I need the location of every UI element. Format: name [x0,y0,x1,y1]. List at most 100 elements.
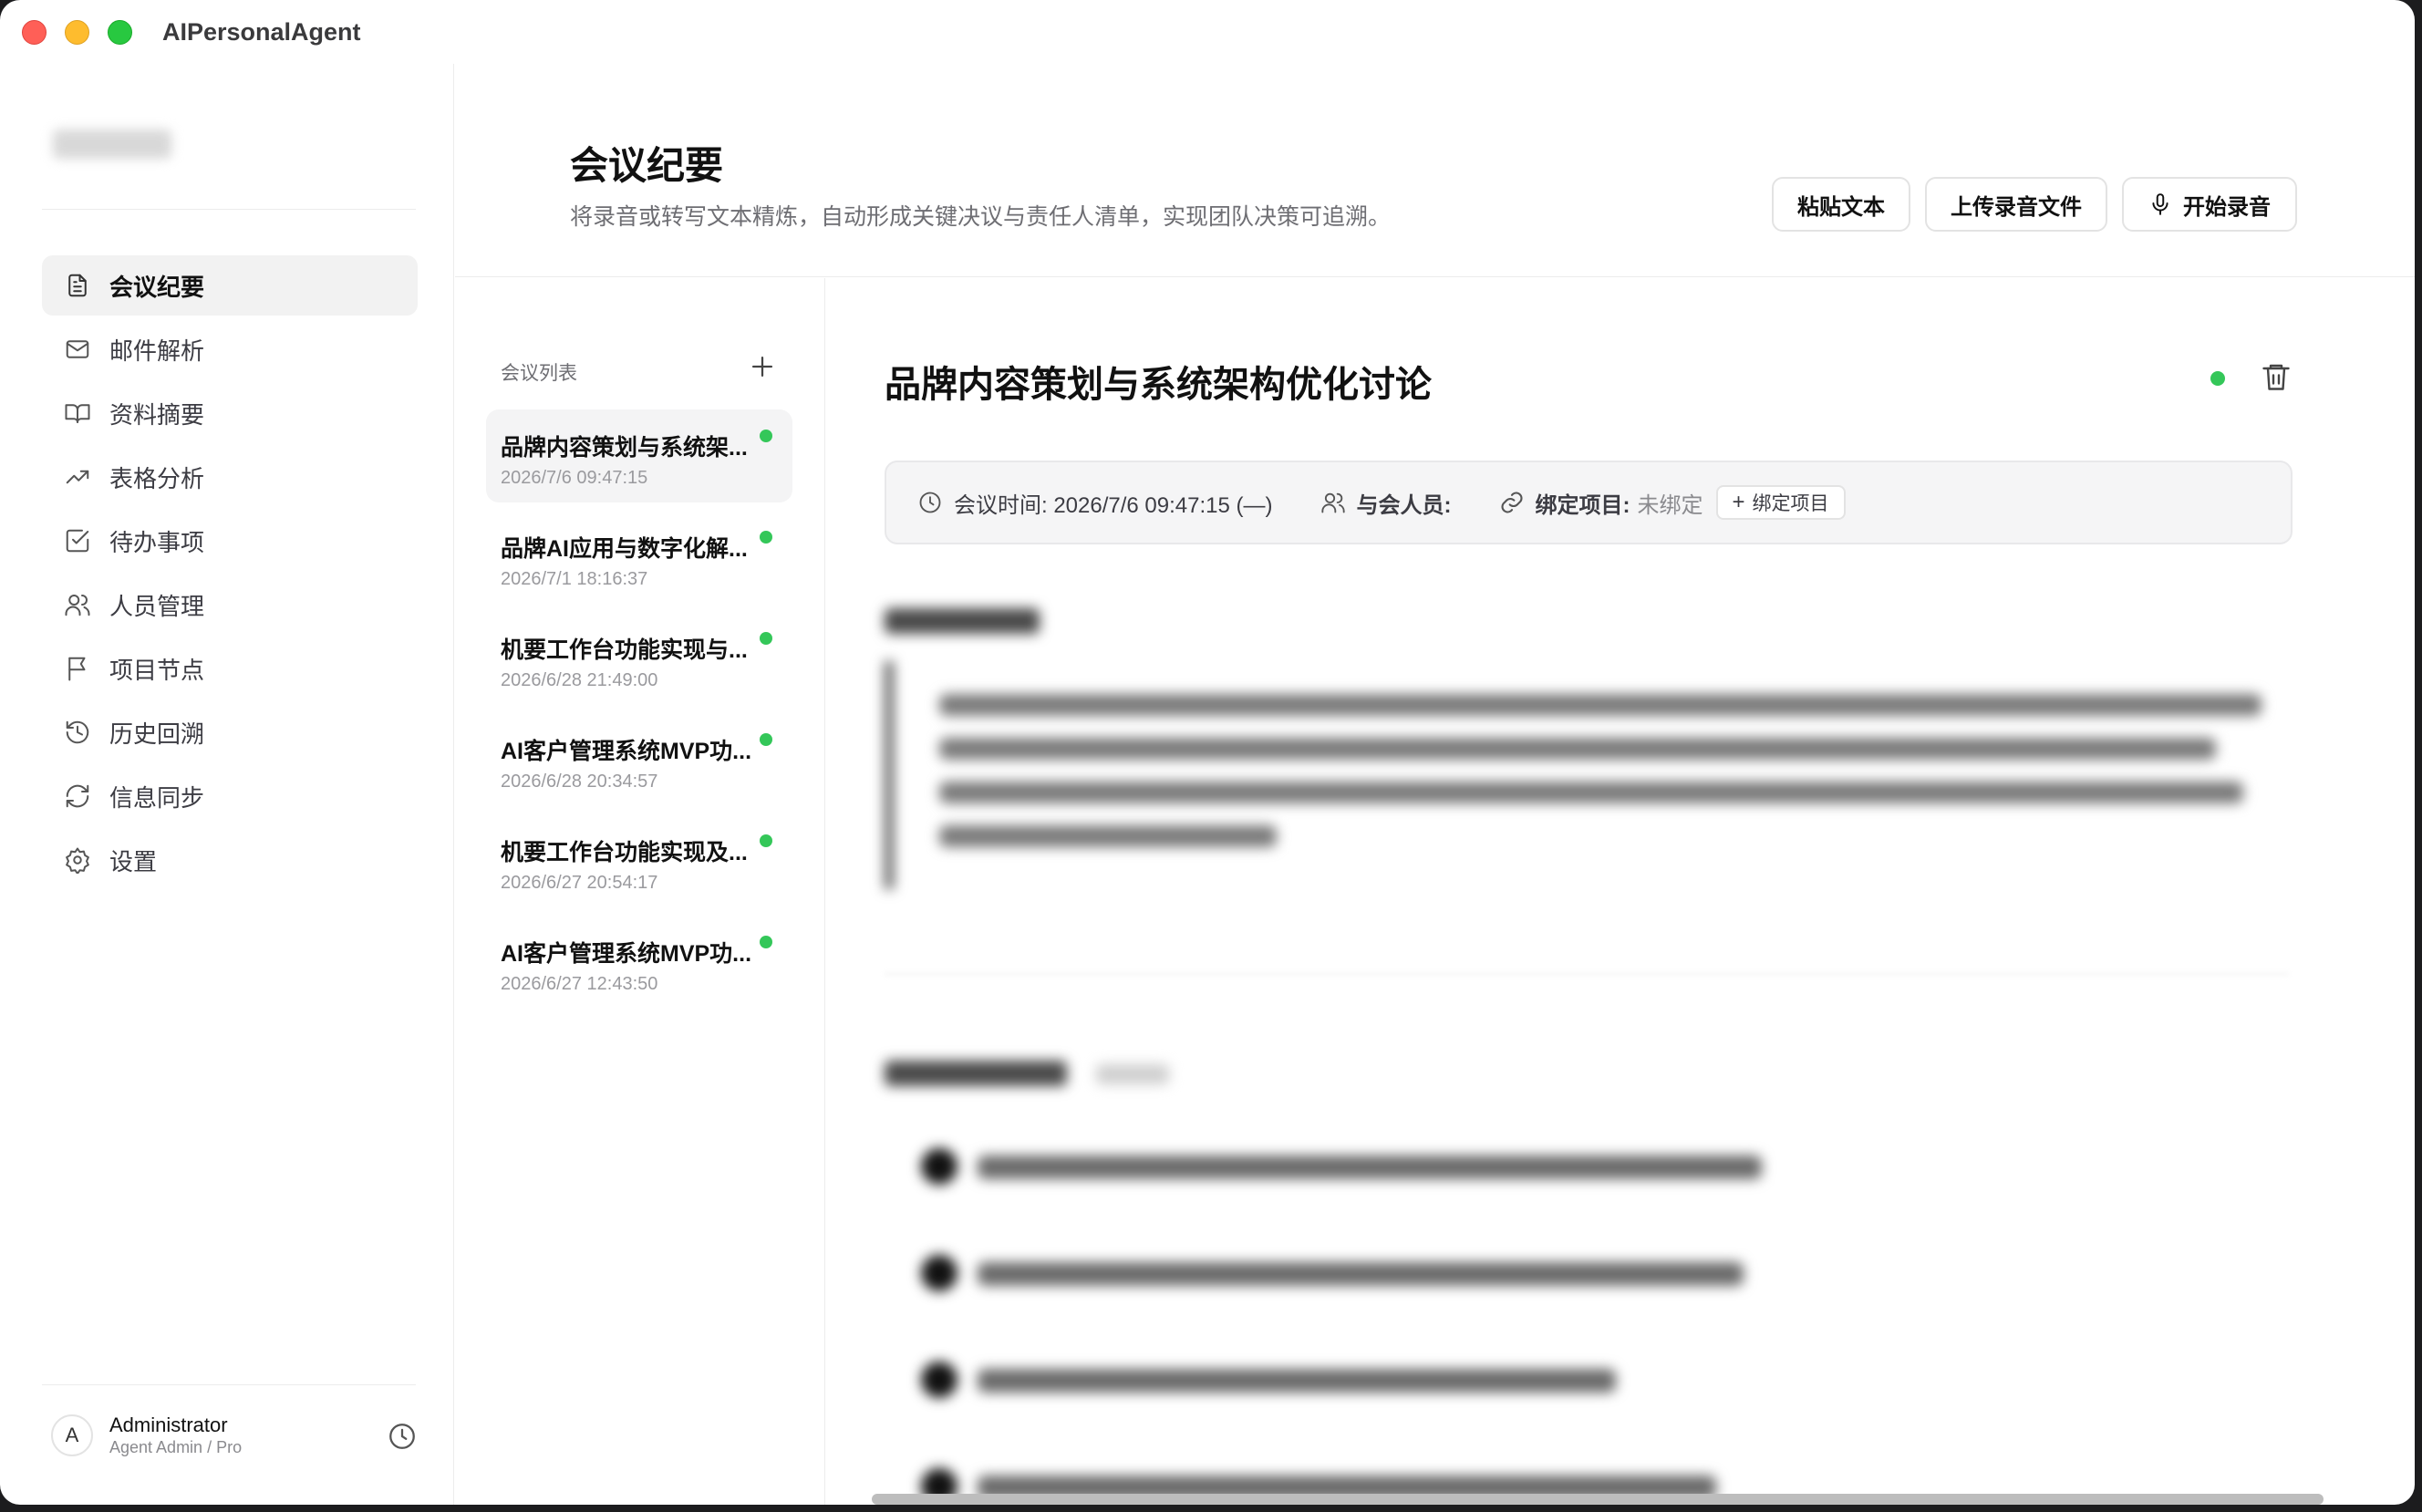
meeting-date: 2026/7/6 09:47:15 [501,468,648,488]
horizontal-scrollbar[interactable] [872,1494,2324,1505]
bind-project-label: 绑定项目 [1752,493,1829,514]
meeting-list-item[interactable]: 品牌内容策划与系统架... 2026/7/6 09:47:15 [486,409,792,502]
status-dot [2210,371,2225,386]
plus-icon: + [1732,490,1745,514]
sidebar-item-label: 会议纪要 [109,273,205,301]
sidebar-item-label: 表格分析 [109,464,205,492]
meeting-date: 2026/6/27 20:54:17 [501,873,658,893]
meeting-project: 绑定项目: 未绑定 + 绑定项目 [1499,485,1846,520]
sidebar-item-label: 历史回溯 [109,720,205,748]
clock-icon [919,492,941,513]
meeting-list-item[interactable]: 机要工作台功能实现与... 2026/6/28 21:49:00 [486,612,792,705]
attendees-label: 与会人员: [1356,492,1452,518]
status-dot [760,632,772,645]
brand-logo-blurred [53,129,171,159]
start-recording-label: 开始录音 [2183,194,2271,220]
meeting-date: 2026/6/27 12:43:50 [501,974,658,994]
flag-icon [68,657,86,681]
meeting-date: 2026/6/28 20:34:57 [501,772,658,792]
meeting-title: AI客户管理系统MVP功... [501,739,752,764]
sidebar-item-settings[interactable]: 设置 [42,830,418,890]
meeting-attendees: 与会人员: [1320,487,1452,519]
sidebar-item-label: 待办事项 [109,528,205,556]
user-name: Administrator [109,1414,228,1436]
sidebar-item-label: 资料摘要 [109,400,205,429]
microphone-icon [2152,193,2168,215]
page-header: 会议纪要 将录音或转写文本精炼，自动形成关键决议与责任人清单，实现团队决策可追溯… [455,64,2415,277]
plus-icon[interactable] [747,351,778,382]
meeting-detail: 品牌内容策划与系统架构优化讨论 会议时间: 2026/7/6 09:47:15 … [826,278,2415,1505]
sidebar-item-todos[interactable]: 待办事项 [42,511,418,571]
sidebar-item-people[interactable]: 人员管理 [42,575,418,635]
user-role: Agent Admin / Pro [109,1438,243,1456]
sidebar-item-meeting-minutes[interactable]: 会议纪要 [42,255,418,316]
meeting-title: 品牌AI应用与数字化解... [501,536,748,562]
book-icon [65,404,90,423]
sidebar-item-document-summary[interactable]: 资料摘要 [42,383,418,443]
sidebar: 会议纪要 邮件解析 资料摘要 表格分析 待办事项 人员管理 项目节点 历史回溯 … [0,64,454,1505]
zoom-window-button[interactable] [108,20,132,45]
status-dot [760,430,772,442]
meeting-date: 2026/6/28 21:49:00 [501,670,658,690]
paste-text-label: 粘贴文本 [1797,194,1885,220]
document-icon [68,274,87,297]
close-window-button[interactable] [22,20,47,45]
avatar: A [51,1414,93,1456]
paste-text-button[interactable]: 粘贴文本 [1772,177,1910,232]
sidebar-item-label: 设置 [109,847,158,875]
sidebar-item-table-analysis[interactable]: 表格分析 [42,447,418,507]
status-dot [760,531,772,544]
sync-icon [66,784,89,808]
meeting-time: 会议时间: 2026/7/6 09:47:15 (—) [917,487,1273,519]
decision-item-blurred [885,1222,2289,1313]
project-value: 未绑定 [1637,492,1703,518]
meeting-list-item[interactable]: AI客户管理系统MVP功... 2026/6/27 12:43:50 [486,916,792,1009]
sidebar-item-history[interactable]: 历史回溯 [42,702,418,762]
summary-block-blurred [885,661,2289,889]
meeting-info-bar: 会议时间: 2026/7/6 09:47:15 (—) 与会人员: 绑定项目: … [885,461,2293,544]
sidebar-item-label: 人员管理 [109,592,205,620]
meeting-detail-title: 品牌内容策划与系统架构优化讨论 [885,365,1432,405]
status-dot [760,733,772,746]
app-window: AIPersonalAgent 会议纪要 邮件解析 资料摘要 表格分析 待办事项… [0,0,2415,1505]
title-bar: AIPersonalAgent [0,0,2415,64]
decision-item-blurred [885,1329,2289,1420]
trend-icon [66,470,89,484]
sidebar-item-label: 项目节点 [109,656,205,684]
meeting-list-pane: 会议列表 品牌内容策划与系统架... 2026/7/6 09:47:15 品牌A… [455,278,825,1505]
gear-icon [66,847,89,874]
sidebar-divider [42,209,416,210]
sidebar-item-email-parsing[interactable]: 邮件解析 [42,319,418,379]
page-title: 会议纪要 [570,144,724,187]
section-divider [885,973,2289,975]
clock-icon[interactable] [387,1421,418,1452]
checkbox-icon [66,529,89,553]
meeting-title: 品牌内容策划与系统架... [501,435,748,461]
sidebar-item-milestones[interactable]: 项目节点 [42,638,418,699]
meeting-time-text: 会议时间: 2026/7/6 09:47:15 (—) [954,492,1273,518]
page-subtitle: 将录音或转写文本精炼，自动形成关键决议与责任人清单，实现团队决策可追溯。 [570,204,1392,230]
trash-icon[interactable] [2260,360,2293,393]
meeting-list-item[interactable]: 机要工作台功能实现及... 2026/6/27 20:54:17 [486,814,792,907]
meeting-list-title: 会议列表 [501,363,577,384]
decisions-heading-blurred [885,1061,1067,1086]
mail-icon [66,340,89,358]
decisions-count-blurred [1096,1064,1169,1084]
upload-audio-button[interactable]: 上传录音文件 [1925,177,2107,232]
meeting-date: 2026/7/1 18:16:37 [501,569,648,589]
minimize-window-button[interactable] [65,20,89,45]
summary-heading-blurred [885,608,1040,634]
bind-project-button[interactable]: + 绑定项目 [1715,485,1846,520]
users-icon [1320,492,1345,513]
decision-item-blurred [885,1115,2289,1206]
status-dot [760,936,772,948]
user-profile[interactable]: A Administrator Agent Admin / Pro [51,1408,418,1463]
status-dot [760,834,772,847]
start-recording-button[interactable]: 开始录音 [2122,177,2297,232]
meeting-list-item[interactable]: AI客户管理系统MVP功... 2026/6/28 20:34:57 [486,713,792,806]
sidebar-item-sync[interactable]: 信息同步 [42,766,418,826]
users-icon [65,595,90,616]
sidebar-bottom-divider [42,1384,416,1385]
upload-audio-label: 上传录音文件 [1951,194,2082,220]
meeting-list-item[interactable]: 品牌AI应用与数字化解... 2026/7/1 18:16:37 [486,511,792,604]
